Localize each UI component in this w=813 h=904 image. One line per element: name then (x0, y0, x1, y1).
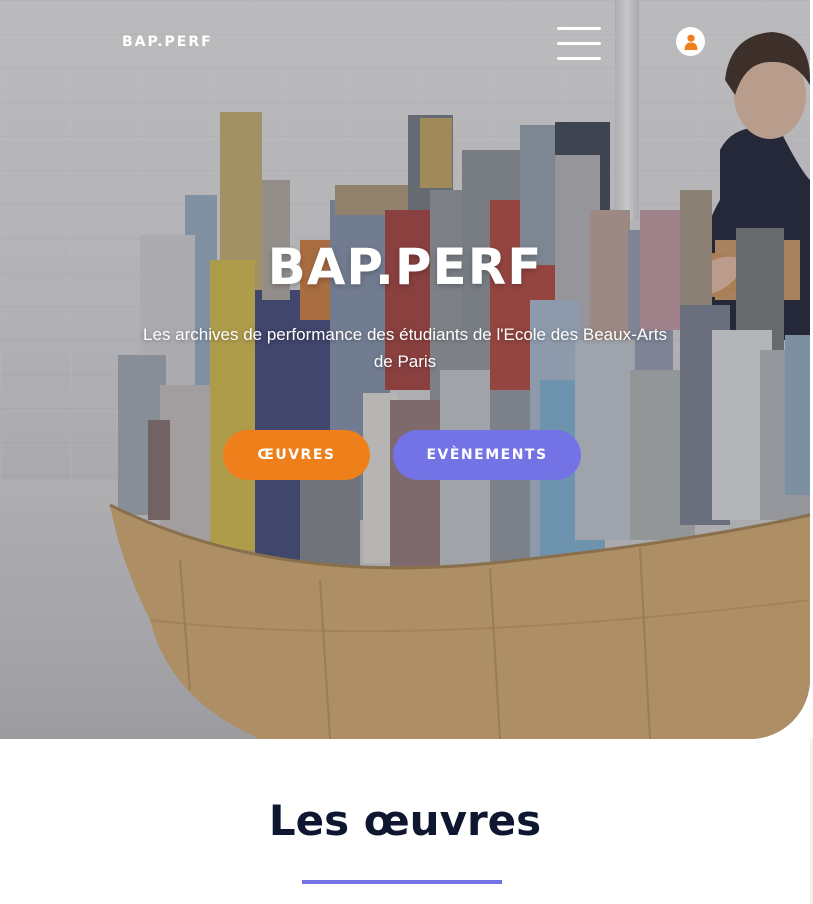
menu-line (557, 42, 601, 45)
hero-title: BAP.PERF (267, 238, 543, 296)
hero-banner: BAP.PERF BAP.PERF Les archives de perfor… (0, 0, 810, 739)
user-icon (684, 34, 697, 50)
section-divider (302, 880, 502, 884)
hero-subtitle: Les archives de performance des étudiant… (143, 325, 667, 371)
menu-line (557, 57, 601, 60)
hamburger-menu-icon[interactable] (557, 27, 601, 61)
evenements-button[interactable]: EVÈNEMENTS (393, 430, 581, 480)
site-logo[interactable]: BAP.PERF (122, 34, 213, 50)
menu-line (557, 27, 601, 30)
section-title: Les œuvres (268, 796, 542, 845)
oeuvres-button[interactable]: ŒUVRES (223, 430, 370, 480)
user-account-button[interactable] (676, 27, 705, 56)
